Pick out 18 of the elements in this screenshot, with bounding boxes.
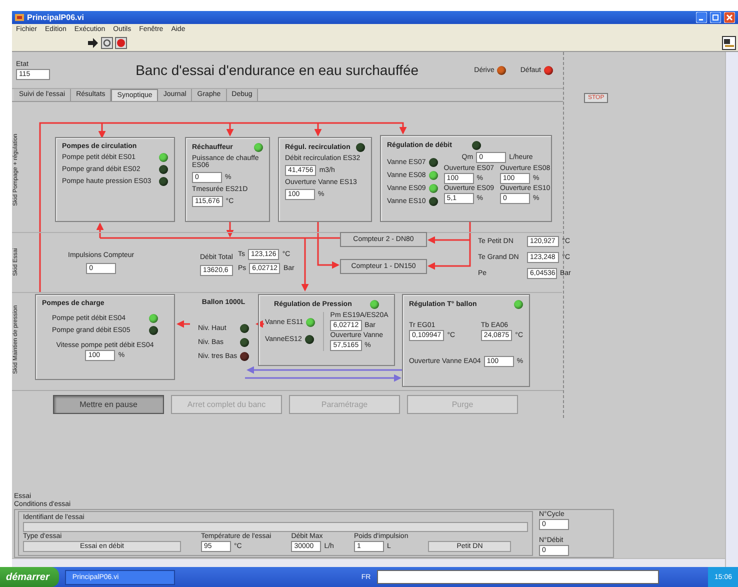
maximize-button[interactable]	[710, 12, 721, 23]
app-icon	[15, 13, 24, 22]
identifier-field[interactable]	[23, 522, 528, 532]
search-field[interactable]	[376, 570, 659, 584]
vertical-scrollbar[interactable]	[725, 52, 738, 567]
horizontal-scrollbar[interactable]	[12, 558, 725, 567]
minimize-button[interactable]	[696, 12, 707, 23]
run-continuously-icon[interactable]	[101, 37, 113, 49]
pipe-line	[256, 320, 264, 328]
pipe-line	[176, 320, 190, 328]
panel-heading: Banc d'essai d'endurance en eau surchauffée	[134, 62, 420, 78]
vi-icon	[722, 36, 736, 50]
close-button[interactable]	[724, 12, 735, 23]
run-arrow-icon[interactable]	[87, 37, 99, 49]
stop-icon[interactable]	[115, 37, 127, 49]
window-title: PrincipalP06.vi	[27, 13, 84, 22]
start-button[interactable]: démarrer	[0, 567, 60, 587]
action-button[interactable]: Mettre en pause	[53, 395, 164, 414]
